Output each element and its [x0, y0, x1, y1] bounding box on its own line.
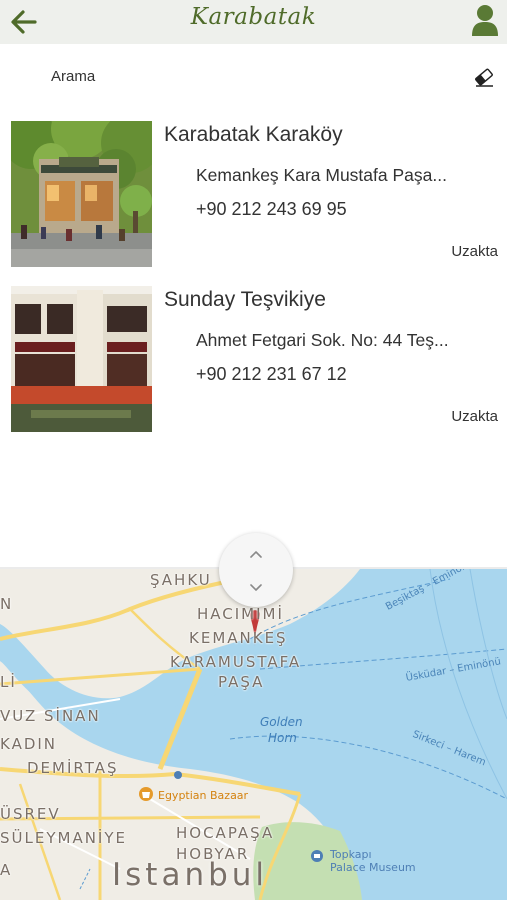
app-title: Karabatak [190, 4, 317, 30]
map-label: HACIMİMİ [197, 605, 284, 623]
place-phone[interactable]: +90 212 243 69 95 [196, 199, 347, 220]
map-label: DEMİRTAŞ [27, 759, 119, 777]
place-photo [11, 121, 152, 267]
map-label: Topkapı [330, 848, 372, 861]
place-photo [11, 286, 152, 432]
user-icon [472, 5, 498, 36]
map-label: HOCAPAŞA [176, 824, 275, 842]
place-name: Sunday Teşvikiye [164, 288, 326, 311]
search-row[interactable]: Arama [0, 44, 507, 110]
map-label: Golden [260, 715, 303, 729]
map-label: PAŞA [218, 673, 265, 691]
chevron-up-icon [250, 551, 262, 558]
profile-button[interactable] [471, 3, 499, 37]
map-label: Lİ [0, 673, 17, 691]
map-label: ŞAHKU [150, 571, 212, 589]
map-label: Egyptian Bazaar [158, 789, 249, 802]
place-address: Ahmet Fetgari Sok. No: 44 Teş... [196, 330, 449, 350]
place-status: Uzakta [451, 243, 498, 260]
clear-search-button[interactable] [473, 66, 495, 88]
chevron-down-icon [250, 584, 262, 591]
map-label: KADIN [0, 735, 58, 753]
map-view[interactable]: ŞAHKU HACIMİMİ KEMANKEŞ KARAMUSTAFA PAŞA… [0, 569, 507, 900]
map-label: VUZ SİNAN [0, 707, 101, 725]
map-label: ÜSREV [0, 805, 61, 823]
map-label: A [0, 861, 13, 879]
place-name: Karabatak Karaköy [164, 123, 343, 146]
list-map-toggle-button[interactable] [219, 533, 293, 607]
eraser-icon [475, 68, 493, 87]
place-list-item[interactable]: Sunday Teşvikiye Ahmet Fetgari Sok. No: … [0, 283, 507, 433]
map-label: SÜLEYMANİYE [0, 829, 127, 847]
top-bar: Karabatak [0, 0, 507, 44]
map-label: N [0, 595, 14, 613]
map-label: KEMANKEŞ [189, 629, 288, 647]
map-label: KARAMUSTAFA [170, 653, 302, 671]
place-status: Uzakta [451, 408, 498, 425]
map-label: Istanbul [112, 857, 269, 893]
place-list-item[interactable]: Karabatak Karaköy Kemankeş Kara Mustafa … [0, 118, 507, 268]
map-label: Horn [268, 731, 297, 745]
place-phone[interactable]: +90 212 231 67 12 [196, 364, 347, 385]
search-label[interactable]: Arama [51, 68, 95, 85]
map-label: Palace Museum [330, 861, 416, 874]
place-address: Kemankeş Kara Mustafa Paşa... [196, 165, 447, 185]
